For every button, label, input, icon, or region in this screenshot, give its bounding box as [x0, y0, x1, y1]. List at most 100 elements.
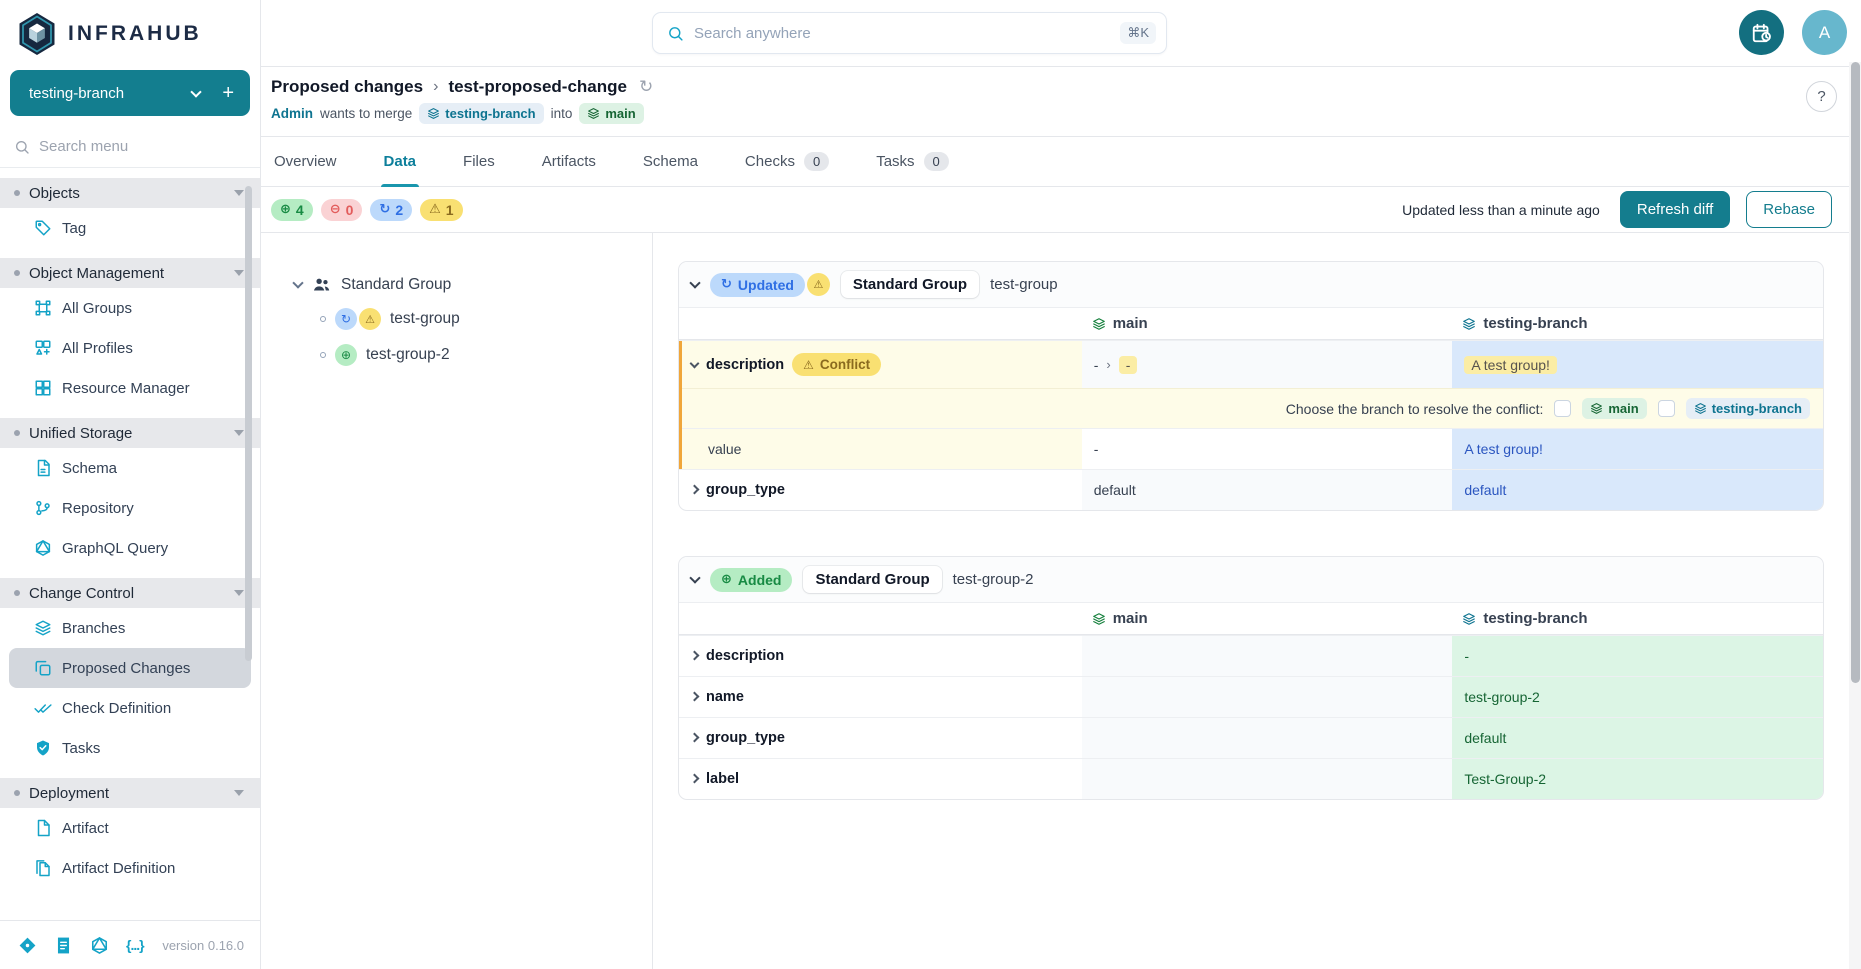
status-badge-added: ⊕ Added	[710, 568, 792, 592]
diff-card-header: ↻ Updated ⚠ Standard Group test-group	[679, 262, 1823, 308]
topbar-actions: A	[1739, 10, 1847, 55]
chevron-right-icon[interactable]	[690, 650, 700, 660]
refresh-diff-button[interactable]: Refresh diff	[1620, 191, 1730, 228]
chevron-down-icon[interactable]	[690, 359, 700, 369]
chevron-right-icon[interactable]	[690, 484, 700, 494]
collapse-chevron-icon[interactable]	[689, 572, 700, 583]
sidebar-item-check-definition[interactable]: Check Definition	[0, 688, 260, 728]
git-tag-icon[interactable]	[18, 936, 37, 955]
brand-name: INFRAHUB	[68, 22, 202, 46]
sidebar-item-all-profiles[interactable]: All Profiles	[0, 328, 260, 368]
chevron-right-icon[interactable]	[690, 691, 700, 701]
tab-files[interactable]: Files	[460, 137, 498, 186]
bullet-icon	[14, 790, 20, 796]
rebase-button[interactable]: Rebase	[1746, 191, 1832, 228]
breadcrumb-parent[interactable]: Proposed changes	[271, 77, 423, 97]
json-braces-icon[interactable]: {...}	[126, 937, 144, 953]
tag-icon	[34, 219, 52, 237]
branch-value-cell: default	[1452, 718, 1823, 758]
nav-section-unified-storage[interactable]: Unified Storage	[0, 418, 260, 448]
sidebar-item-label: Resource Manager	[62, 380, 190, 397]
check-definition-icon	[34, 699, 52, 717]
main-area: ⌘K A Proposed changes › test-proposed-ch…	[261, 0, 1861, 969]
nav-section-change-control[interactable]: Change Control	[0, 578, 260, 608]
docs-icon[interactable]	[54, 936, 73, 955]
diff-column-headers: main testing-branch	[679, 603, 1823, 635]
sidebar-item-repository[interactable]: Repository	[0, 488, 260, 528]
sidebar-item-proposed-changes[interactable]: Proposed Changes	[9, 648, 251, 688]
tab-overview[interactable]: Overview	[271, 137, 340, 186]
chevron-down-icon	[234, 270, 244, 276]
tab-tasks[interactable]: Tasks 0	[873, 137, 952, 186]
tab-data[interactable]: Data	[381, 137, 420, 186]
diff-tree-panel: Standard Group ↻ ⚠ test-group ⊕ test-gro…	[261, 233, 653, 969]
attribute-row-label: label Test-Group-2	[679, 758, 1823, 799]
chevron-down-icon	[234, 430, 244, 436]
sidebar-item-label: All Profiles	[62, 340, 133, 357]
resolve-main-checkbox[interactable]	[1554, 400, 1571, 417]
chevron-right-icon[interactable]	[690, 732, 700, 742]
sidebar-item-tag[interactable]: Tag	[0, 208, 260, 248]
bullet-icon	[14, 190, 20, 196]
sidebar-item-label: Branches	[62, 620, 125, 637]
tree-node-test-group-2[interactable]: ⊕ test-group-2	[320, 344, 652, 366]
tasks-count-badge: 0	[924, 152, 949, 171]
tab-artifacts[interactable]: Artifacts	[539, 137, 599, 186]
resolve-branch-checkbox[interactable]	[1658, 400, 1675, 417]
resolve-branch-badge[interactable]: testing-branch	[1686, 398, 1810, 419]
chevron-down-icon[interactable]	[191, 86, 202, 97]
chevron-down-icon[interactable]	[292, 277, 303, 288]
sidebar-item-graphql-query[interactable]: GraphQL Query	[0, 528, 260, 568]
merge-preposition: into	[551, 106, 573, 121]
target-branch-badge: main	[579, 103, 643, 124]
collapse-chevron-icon[interactable]	[689, 277, 700, 288]
graphql-explorer-icon[interactable]	[90, 936, 109, 955]
new-value-highlight: -	[1119, 356, 1138, 374]
brand-logo[interactable]: INFRAHUB	[0, 0, 260, 66]
help-button[interactable]: ?	[1806, 81, 1837, 112]
sidebar-item-all-groups[interactable]: All Groups	[0, 288, 260, 328]
sidebar-item-artifact-definition[interactable]: Artifact Definition	[0, 848, 260, 888]
tab-schema[interactable]: Schema	[640, 137, 701, 186]
sidebar-item-tasks[interactable]: Tasks	[0, 728, 260, 768]
diff-toolbar: ⊕ 4 ⊖ 0 ↻ 2 ⚠ 1 Updated less than a minu…	[261, 187, 1861, 233]
nav-section-object-management[interactable]: Object Management	[0, 258, 260, 288]
sidebar-item-resource-manager[interactable]: Resource Manager	[0, 368, 260, 408]
tree-node-standard-group[interactable]: Standard Group	[294, 275, 652, 294]
nav-section-deployment[interactable]: Deployment	[0, 778, 260, 808]
layers-icon	[1462, 317, 1476, 331]
merge-action-text: wants to merge	[320, 106, 412, 121]
main-value-cell	[1082, 677, 1453, 717]
avatar[interactable]: A	[1802, 10, 1847, 55]
resolve-main-badge[interactable]: main	[1582, 398, 1646, 419]
branch-selector[interactable]: testing-branch +	[10, 70, 250, 116]
warning-icon: ⚠	[803, 358, 814, 372]
attribute-name: label	[706, 771, 739, 787]
attribute-name-cell: description ⚠ Conflict	[679, 341, 1082, 388]
column-header-main: main	[1082, 308, 1453, 339]
tab-checks[interactable]: Checks 0	[742, 137, 832, 186]
bullet-icon	[14, 590, 20, 596]
page-scrollbar-thumb[interactable]	[1851, 62, 1860, 683]
refresh-icon[interactable]: ↻	[639, 77, 653, 97]
layers-icon	[1462, 612, 1476, 626]
chevron-right-icon[interactable]	[690, 773, 700, 783]
sync-icon: ↻	[721, 277, 732, 292]
global-search-input[interactable]	[694, 25, 1110, 42]
nav-section-objects[interactable]: Objects	[0, 178, 260, 208]
sidebar-scrollbar-thumb[interactable]	[245, 186, 252, 661]
diff-card-header: ⊕ Added Standard Group test-group-2	[679, 557, 1823, 603]
checks-count-badge: 0	[804, 152, 829, 171]
nav-section-label: Deployment	[29, 785, 225, 802]
breadcrumb-current: test-proposed-change	[448, 77, 627, 97]
add-branch-button[interactable]: +	[222, 83, 234, 103]
tree-node-test-group[interactable]: ↻ ⚠ test-group	[320, 308, 652, 330]
sidebar-item-branches[interactable]: Branches	[0, 608, 260, 648]
page-scrollbar[interactable]	[1849, 62, 1861, 969]
tasks-calendar-button[interactable]	[1739, 10, 1784, 55]
menu-search-input[interactable]	[39, 138, 209, 155]
sidebar-item-schema[interactable]: Schema	[0, 448, 260, 488]
attribute-name-cell: name	[679, 677, 1082, 717]
sidebar-item-artifact[interactable]: Artifact	[0, 808, 260, 848]
sidebar-item-label: All Groups	[62, 300, 132, 317]
